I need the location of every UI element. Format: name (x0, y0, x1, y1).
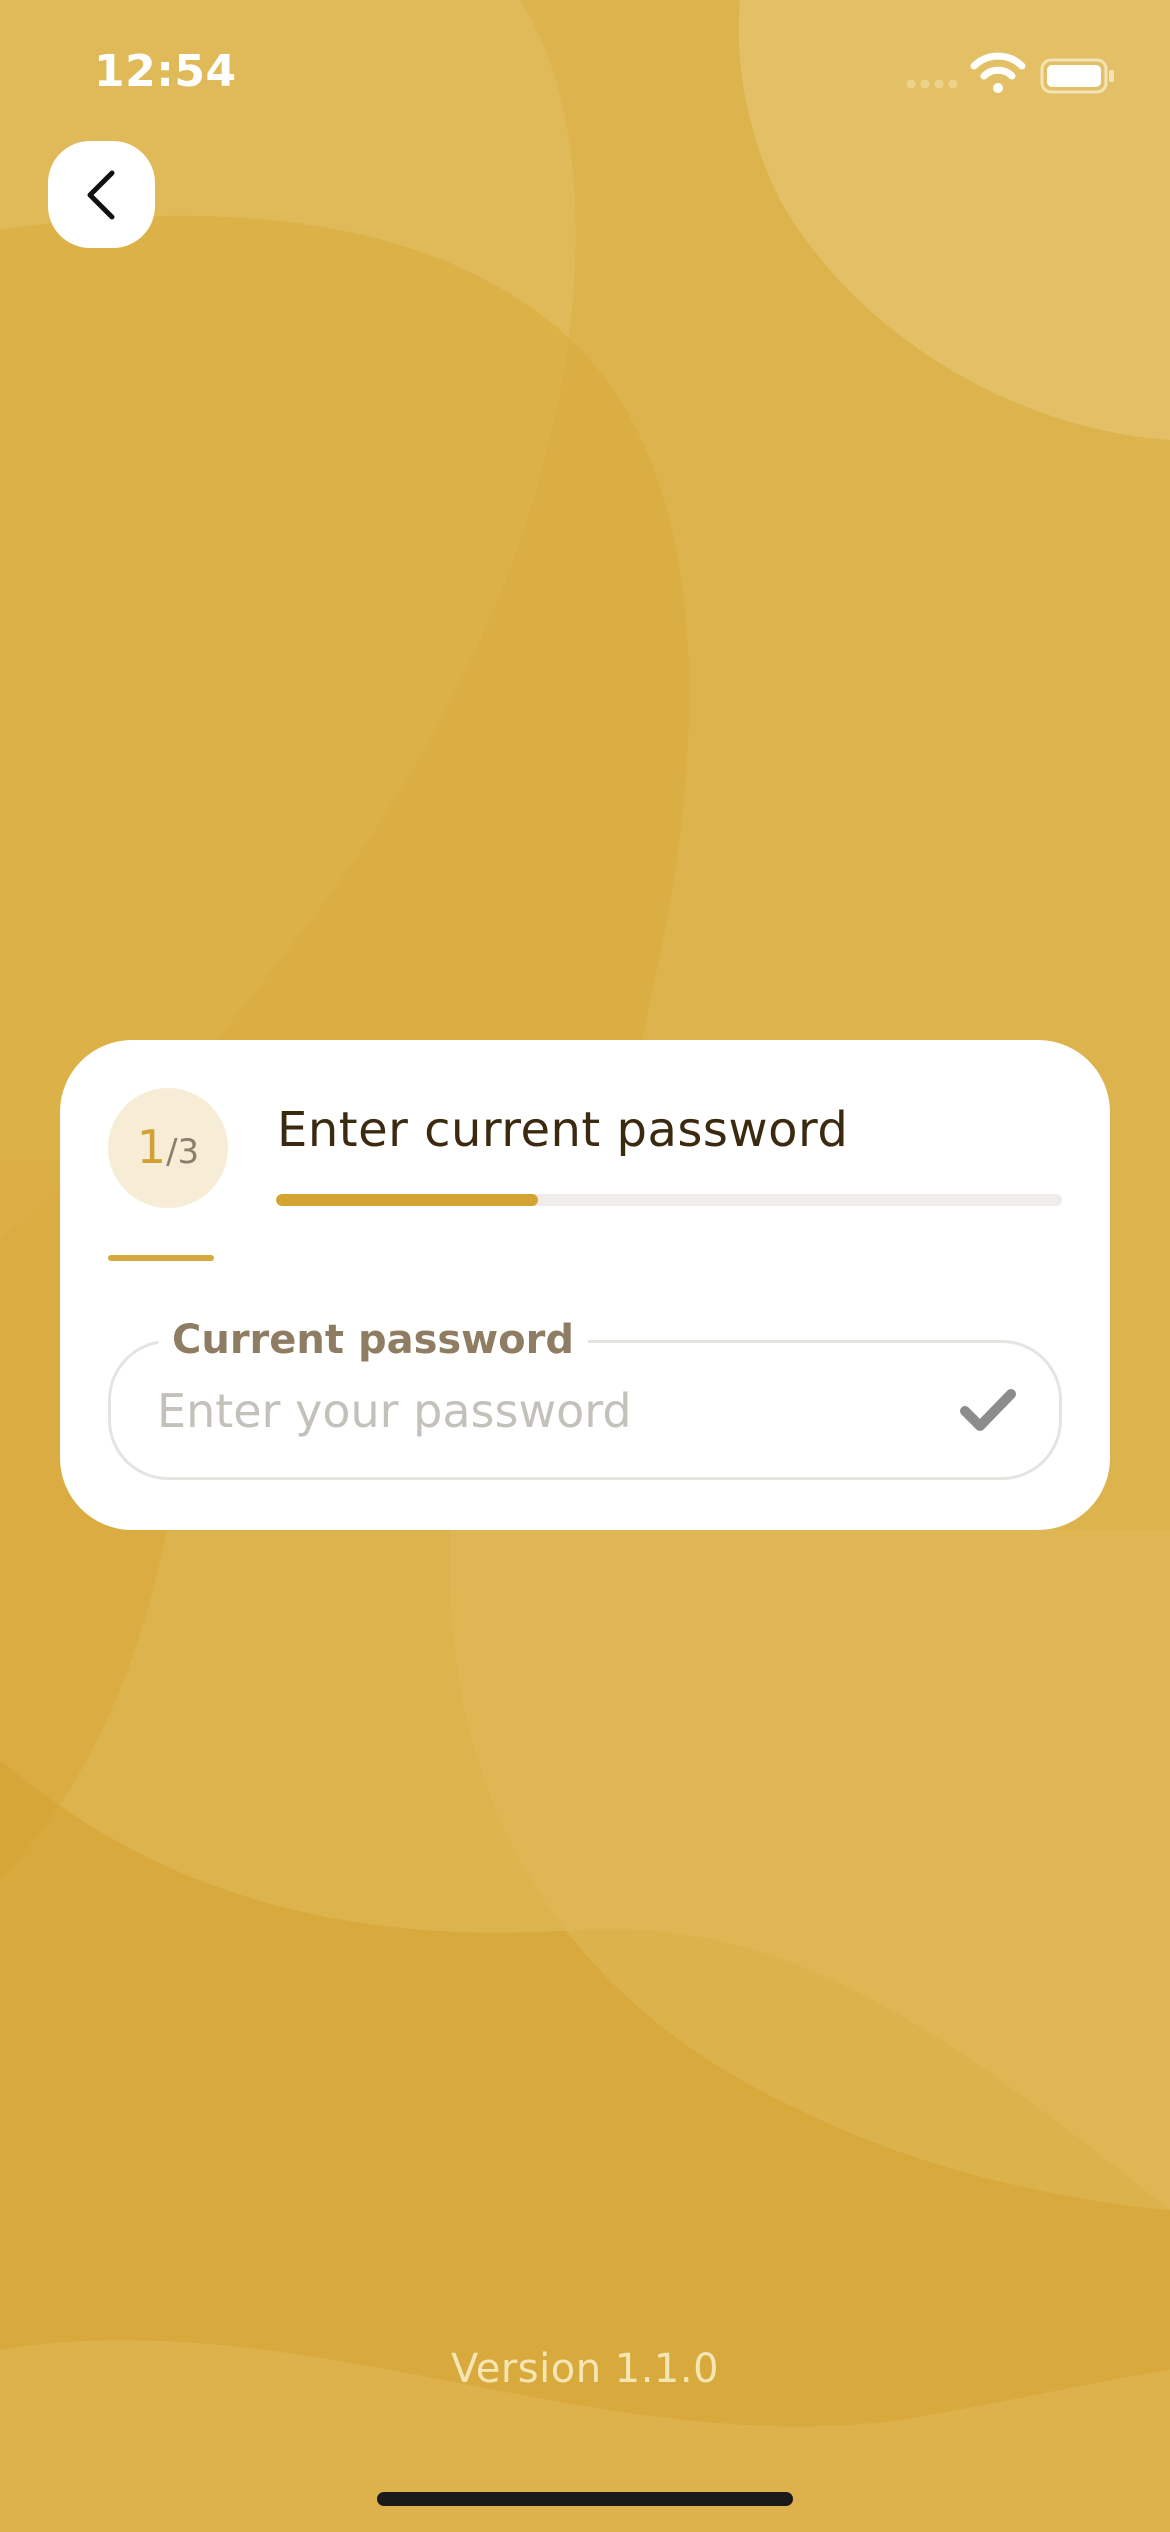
step-current: 1 (136, 1120, 167, 1174)
status-time: 12:54 (94, 46, 237, 97)
back-button[interactable] (48, 141, 155, 248)
step-title: Enter current password (277, 1102, 849, 1158)
step-separator: / (166, 1132, 178, 1172)
step-total: 3 (177, 1132, 200, 1172)
step-indicator: 1/3 (108, 1088, 228, 1208)
current-password-input[interactable] (157, 1383, 917, 1439)
chevron-left-icon (87, 170, 114, 219)
current-password-field[interactable]: Current password (108, 1317, 1062, 1480)
home-indicator (377, 2492, 793, 2506)
battery-icon (1040, 58, 1114, 94)
step-progress-bar (276, 1194, 1062, 1206)
app-version: Version 1.1.0 (450, 2346, 720, 2392)
checkmark-icon (960, 1389, 1016, 1431)
wifi-icon (970, 52, 1026, 93)
step-progress-fill (276, 1194, 538, 1206)
step-underline (108, 1255, 214, 1261)
current-password-label: Current password (158, 1317, 588, 1363)
cellular-signal-icon (906, 79, 958, 89)
change-password-card: 1/3 Enter current password Current passw… (60, 1040, 1110, 1530)
